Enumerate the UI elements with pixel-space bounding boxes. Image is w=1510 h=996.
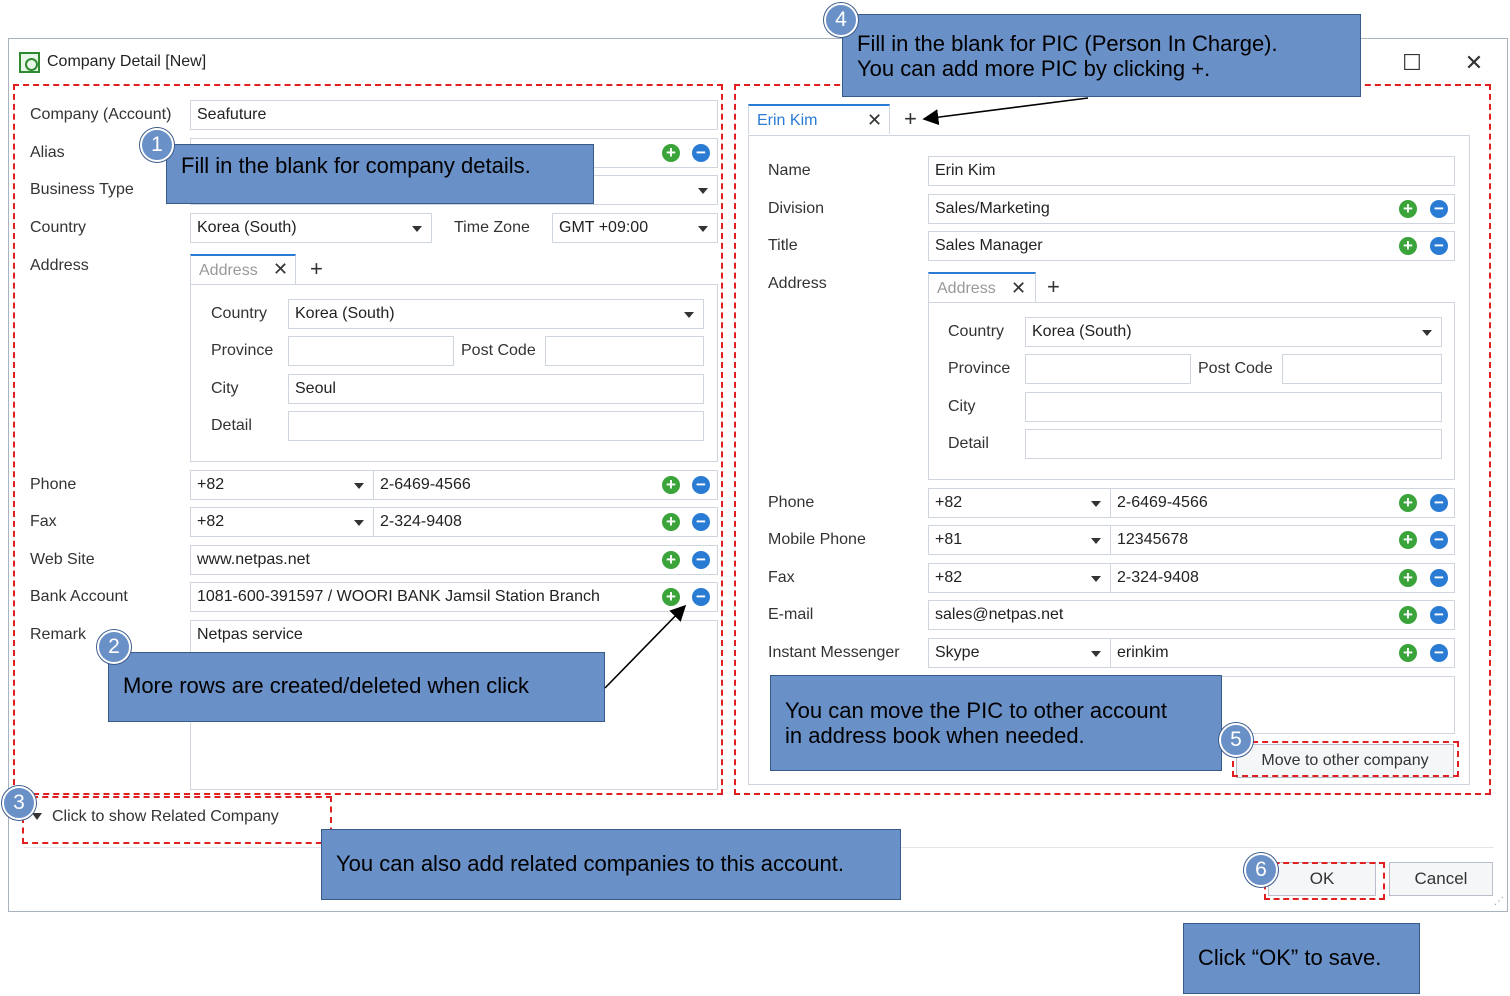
annotation-arrows [604,97,1089,689]
arrow-to-add-pic [922,97,1089,126]
arrow-to-plus-minus [604,604,687,689]
